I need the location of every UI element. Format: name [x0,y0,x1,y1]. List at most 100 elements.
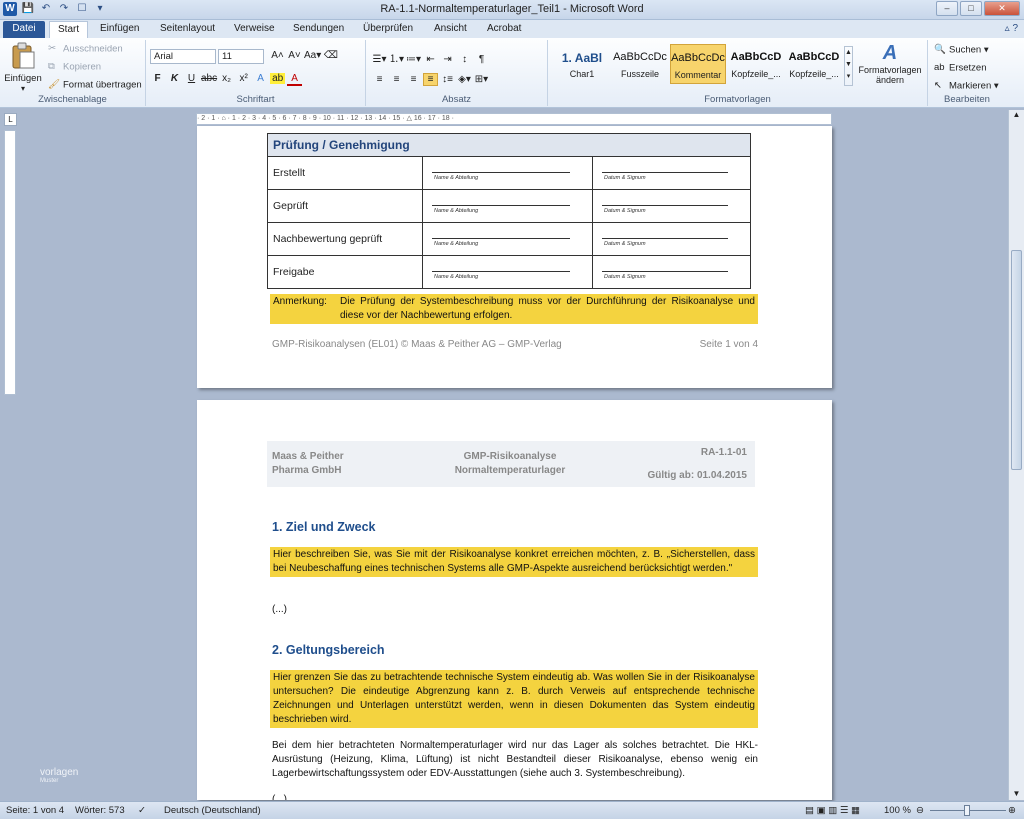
underline-icon[interactable]: U [184,73,199,84]
numbering-icon[interactable]: ⒈▾ [389,50,404,65]
proofing-icon[interactable]: ✓ [138,805,146,816]
tab-page-layout[interactable]: Seitenlayout [152,21,223,38]
styles-scroll[interactable]: ▲ ▼ ▾ [844,46,853,86]
header-doc-2: Normaltemperaturlager [454,465,566,476]
bold-icon[interactable]: F [150,73,165,84]
minimize-button[interactable]: – [936,1,958,16]
font-size-select[interactable]: 11 [218,49,264,64]
font-color-icon[interactable]: A [287,73,303,86]
help-icon[interactable]: ? [1012,23,1018,34]
subscript-icon[interactable]: x₂ [219,73,234,84]
style-kopfzeile-1[interactable]: AaBbCcD Kopfzeile_... [728,44,784,84]
italic-icon[interactable]: K [167,73,182,84]
cut-button[interactable]: ✂ Ausschneiden [48,43,123,55]
replace-button[interactable]: ab Ersetzen [934,62,987,74]
view-buttons: ▤ ▣ ▥ ☰ ▦ [805,805,860,816]
text-effects-icon[interactable]: A [253,73,268,84]
increase-indent-icon[interactable]: ⇥ [440,54,455,65]
scroll-up-icon[interactable]: ▲ [1009,110,1024,119]
select-label: Markieren [949,80,992,92]
tab-insert[interactable]: Einfügen [92,21,147,38]
paste-dropdown-icon[interactable]: ▾ [4,84,42,93]
tab-references[interactable]: Verweise [226,21,283,38]
select-button[interactable]: ↖ Markieren ▾ [934,80,999,92]
justify-icon[interactable]: ≡ [423,73,438,86]
format-painter-label: Format übertragen [63,79,142,91]
shading-icon[interactable]: ◈▾ [457,74,472,85]
shrink-font-icon[interactable]: A˅ [287,50,302,61]
bullets-icon[interactable]: ☰▾ [372,54,387,65]
copy-icon: ⧉ [48,61,55,72]
style-kopfzeile-2[interactable]: AaBbCcD Kopfzeile_... [786,44,842,84]
draft-icon[interactable]: ▦ [851,805,860,816]
zoom-in-icon[interactable]: ⊕ [1008,805,1016,816]
scroll-down-icon[interactable]: ▼ [1009,789,1024,798]
row-label: Freigabe [267,255,423,289]
borders-icon[interactable]: ⊞▾ [474,74,489,85]
close-button[interactable]: ✕ [984,1,1020,16]
scroll-thumb[interactable] [1011,250,1022,470]
paste-button[interactable]: Einfügen ▾ [4,42,42,93]
print-layout-icon[interactable]: ▤ [805,805,814,816]
clear-formatting-icon[interactable]: ⌫ [323,50,338,61]
paste-label: Einfügen [4,73,42,84]
header-doc-id: RA-1.1-01 [700,447,747,458]
header-company-1: Maas & Peither [272,451,344,462]
section-1-instruction: Hier beschreiben Sie, was Sie mit der Ri… [270,547,758,577]
superscript-icon[interactable]: x² [236,73,251,84]
outline-icon[interactable]: ☰ [840,805,849,816]
find-button[interactable]: 🔍 Suchen ▾ [934,44,989,56]
document-page-2[interactable]: Maas & Peither Pharma GmbH GMP-Risikoana… [197,400,832,800]
watermark-line-2: Muster [40,778,59,784]
sort-icon[interactable]: ↕ [457,54,472,65]
status-bar: Seite: 1 von 4 Wörter: 573 ✓ Deutsch (De… [0,801,1024,819]
style-name: Kopfzeile_... [789,69,839,79]
group-label-paragraph: Absatz [441,94,472,105]
style-sample: AaBbCcDc [671,52,725,64]
web-layout-icon[interactable]: ▥ [828,805,837,816]
change-styles-button[interactable]: A Formatvorlagen ändern [854,42,926,85]
status-language[interactable]: Deutsch (Deutschland) [164,805,261,816]
table-row: Nachbewertung geprüft Name & Abteilung D… [267,222,751,256]
tab-review[interactable]: Überprüfen [355,21,421,38]
zoom-slider-thumb[interactable] [964,805,970,816]
tab-selector[interactable]: L [4,113,17,126]
status-page[interactable]: Seite: 1 von 4 [6,805,64,816]
align-center-icon[interactable]: ≡ [389,74,404,85]
group-clipboard: Einfügen ▾ ✂ Ausschneiden ⧉ Kopieren 🖌 Form… [0,40,146,106]
align-right-icon[interactable]: ≡ [406,74,421,85]
document-page-1[interactable]: Prüfung / Genehmigung Erstellt Name & Ab… [197,126,832,388]
tab-view[interactable]: Ansicht [426,21,475,38]
pilcrow-icon[interactable]: ¶ [474,54,489,65]
maximize-button[interactable]: □ [960,1,982,16]
full-screen-icon[interactable]: ▣ [817,805,826,816]
highlight-icon[interactable]: ab [270,73,286,84]
horizontal-ruler[interactable]: · 2 · 1 · ⌂ · 1 · 2 · 3 · 4 · 5 · 6 · 7 … [196,113,832,125]
multilevel-list-icon[interactable]: ≔▾ [406,54,421,65]
copy-button[interactable]: ⧉ Kopieren [48,61,101,73]
style-char1[interactable]: 1. AaBl Char1 [554,44,610,84]
style-kommentar[interactable]: AaBbCcDc Kommentar [670,44,726,84]
tab-mailings[interactable]: Sendungen [285,21,352,38]
style-fusszeile[interactable]: AaBbCcDc Fusszeile [612,44,668,84]
status-words[interactable]: Wörter: 573 [75,805,125,816]
grow-font-icon[interactable]: A˄ [270,50,285,61]
tab-acrobat[interactable]: Acrobat [479,21,529,38]
change-case-icon[interactable]: Aa▾ [304,50,321,61]
zoom-out-icon[interactable]: ⊖ [916,805,924,816]
line-spacing-icon[interactable]: ↕≡ [440,74,455,85]
tab-file[interactable]: Datei [3,21,45,38]
table-row: Geprüft Name & Abteilung Datum & Signum [267,189,751,223]
font-family-select[interactable]: Arial [150,49,216,64]
ribbon: Einfügen ▾ ✂ Ausschneiden ⧉ Kopieren 🖌 Form… [0,38,1024,108]
zoom-level[interactable]: 100 % [884,805,911,816]
vertical-scrollbar[interactable]: ▲ ▼ [1008,110,1024,800]
tab-start[interactable]: Start [49,21,89,38]
table-row: Erstellt Name & Abteilung Datum & Signum [267,156,751,190]
minimize-ribbon-icon[interactable]: ▵ [1005,23,1010,34]
vertical-ruler[interactable] [4,130,16,395]
align-left-icon[interactable]: ≡ [372,74,387,85]
decrease-indent-icon[interactable]: ⇤ [423,54,438,65]
format-painter-button[interactable]: 🖌 Format übertragen [48,79,142,91]
strikethrough-icon[interactable]: abc [201,73,217,84]
